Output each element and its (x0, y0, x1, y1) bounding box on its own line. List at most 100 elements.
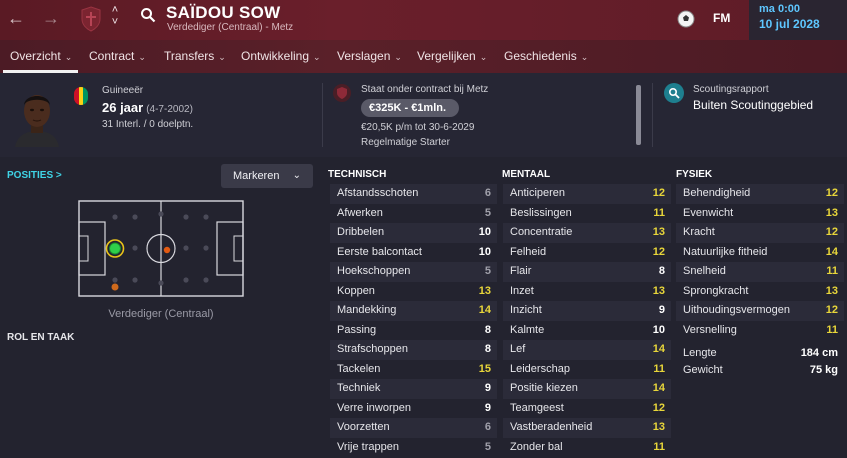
club-crest-icon[interactable] (80, 6, 102, 32)
player-name: SAÏDOU SOW (166, 3, 281, 22)
attribute-row[interactable]: Eerste balcontact 10 (330, 243, 497, 263)
attribute-row[interactable]: Hoekschoppen 5 (330, 262, 497, 282)
wage-text: €20,5K p/m tot 30-6-2029 (361, 122, 475, 133)
chevron-down-icon: ⌄ (138, 52, 146, 62)
attribute-row[interactable]: Verre inworpen 9 (330, 399, 497, 419)
attribute-row[interactable]: Inzicht 9 (503, 301, 671, 321)
attribute-row[interactable]: Beslissingen 11 (503, 204, 671, 224)
attribute-value: 13 (825, 206, 838, 219)
attribute-name: Versnelling (683, 323, 737, 336)
attribute-row[interactable]: Strafschoppen 8 (330, 340, 497, 360)
attribute-row[interactable]: Inzet 13 (503, 282, 671, 302)
arrow-right-icon[interactable]: → (38, 6, 64, 30)
attribute-row[interactable]: Techniek 9 (330, 379, 497, 399)
search-icon[interactable] (140, 7, 156, 23)
nationality-flag (74, 87, 88, 105)
attribute-value: 14 (825, 245, 838, 258)
attribute-row[interactable]: Vastberadenheid 13 (503, 418, 671, 438)
attribute-row[interactable]: Afwerken 5 (330, 204, 497, 224)
position-pitch (78, 200, 244, 297)
attribute-row[interactable]: Voorzetten 6 (330, 418, 497, 438)
attribute-row[interactable]: Evenwicht 13 (676, 204, 844, 224)
attribute-value: 9 (484, 401, 491, 414)
measure-value: 75 kg (809, 364, 838, 376)
attribute-row[interactable]: Teamgeest 12 (503, 399, 671, 419)
chevron-down-icon: ⌄ (394, 52, 402, 62)
attribute-row[interactable]: Passing 8 (330, 321, 497, 341)
attribute-row[interactable]: Kalmte 10 (503, 321, 671, 341)
club-crest-icon[interactable] (333, 84, 351, 102)
attribute-value: 5 (484, 265, 491, 277)
attribute-value: 13 (652, 226, 665, 238)
attribute-value: 6 (484, 187, 491, 199)
attribute-name: Koppen (337, 284, 375, 297)
tab-transfers[interactable]: Transfers ⌄ (164, 49, 226, 63)
attribute-row[interactable]: Versnelling 11 (676, 321, 844, 341)
attribute-name: Afstandsschoten (337, 187, 419, 199)
player-avatar[interactable] (11, 85, 63, 147)
date-day: ma 0:00 (759, 3, 800, 15)
attribute-row[interactable]: Snelheid 11 (676, 262, 844, 282)
attribute-row[interactable]: Behendigheid 12 (676, 184, 844, 204)
attribute-row[interactable]: Dribbelen 10 (330, 223, 497, 243)
measure-name: Gewicht (683, 364, 723, 376)
attribute-row[interactable]: Kracht 12 (676, 223, 844, 243)
technical-header: TECHNISCH (328, 169, 387, 180)
attribute-name: Snelheid (683, 265, 726, 277)
scouting-value[interactable]: Buiten Scoutinggebied (693, 98, 813, 112)
attribute-row[interactable]: Sprongkracht 13 (676, 282, 844, 302)
attribute-row[interactable]: Afstandsschoten 6 (330, 184, 497, 204)
attribute-name: Behendigheid (683, 187, 751, 199)
attribute-row[interactable]: Zonder bal 11 (503, 438, 671, 458)
attribute-row[interactable]: Koppen 13 (330, 282, 497, 302)
attribute-row[interactable]: Vrije trappen 5 (330, 438, 497, 458)
chevron-down-icon: ⌄ (479, 52, 488, 62)
fm-logo[interactable]: FM (713, 11, 730, 25)
arrow-left-icon[interactable]: ← (3, 6, 29, 30)
mark-dropdown-label: Markeren (233, 170, 280, 182)
attribute-value: 13 (825, 284, 838, 297)
value-badge[interactable]: €325K - €1mln. (361, 99, 459, 117)
attribute-row[interactable]: Uithoudingsvermogen 12 (676, 301, 844, 321)
attribute-value: 6 (484, 421, 491, 433)
player-cycle-icon[interactable]: ˄ ˅ (108, 4, 122, 32)
attribute-value: 11 (653, 362, 665, 375)
attribute-name: Passing (337, 323, 377, 336)
attribute-row[interactable]: Flair 8 (503, 262, 671, 282)
mark-dropdown[interactable]: Markeren ⌄ (221, 164, 313, 188)
attribute-name: Natuurlijke fitheid (683, 245, 768, 258)
attribute-row[interactable]: Concentratie 13 (503, 223, 671, 243)
attribute-row[interactable]: Felheid 12 (503, 243, 671, 263)
tab-contract[interactable]: Contract ⌄ (89, 49, 146, 63)
attribute-name: Dribbelen (337, 226, 385, 238)
attribute-row[interactable]: Positie kiezen 14 (503, 379, 671, 399)
attribute-value: 12 (652, 245, 665, 258)
tab-compare[interactable]: Vergelijken ⌄ (417, 49, 487, 63)
football-icon[interactable] (676, 9, 696, 29)
top-header: ← → ˄ ˅ SAÏDOU SOW Verdediger (Centraal) … (0, 0, 847, 40)
attribute-row[interactable]: Mandekking 14 (330, 301, 497, 321)
positions-link[interactable]: POSITIES > (7, 170, 62, 181)
attribute-value: 11 (653, 440, 665, 453)
attribute-row[interactable]: Anticiperen 12 (503, 184, 671, 204)
attribute-value: 11 (826, 265, 838, 277)
physical-measure: Gewicht 75 kg (676, 364, 844, 380)
tab-history[interactable]: Geschiedenis ⌄ (504, 49, 588, 63)
tab-overview[interactable]: Overzicht ⌄ (10, 49, 72, 63)
attribute-row[interactable]: Lef 14 (503, 340, 671, 360)
attribute-name: Voorzetten (337, 421, 390, 433)
attribute-row[interactable]: Natuurlijke fitheid 14 (676, 243, 844, 263)
attribute-name: Kalmte (510, 323, 545, 336)
date-panel[interactable]: ma 0:00 10 jul 2028 (749, 0, 847, 40)
scrollbar[interactable] (636, 85, 641, 145)
tab-reports[interactable]: Verslagen ⌄ (337, 49, 402, 63)
mental-header: MENTAAL (502, 169, 551, 180)
role-duty-header[interactable]: ROL EN TAAK (7, 332, 74, 343)
magnifier-icon[interactable] (664, 83, 684, 103)
player-info-strip: Guineeër 26 jaar (4-7-2002) 31 Interl. / … (0, 73, 847, 157)
attribute-value: 12 (652, 187, 665, 199)
attribute-row[interactable]: Leiderschap 11 (503, 360, 671, 380)
tab-development[interactable]: Ontwikkeling ⌄ (241, 49, 321, 63)
attribute-name: Hoekschoppen (337, 265, 411, 277)
attribute-row[interactable]: Tackelen 15 (330, 360, 497, 380)
